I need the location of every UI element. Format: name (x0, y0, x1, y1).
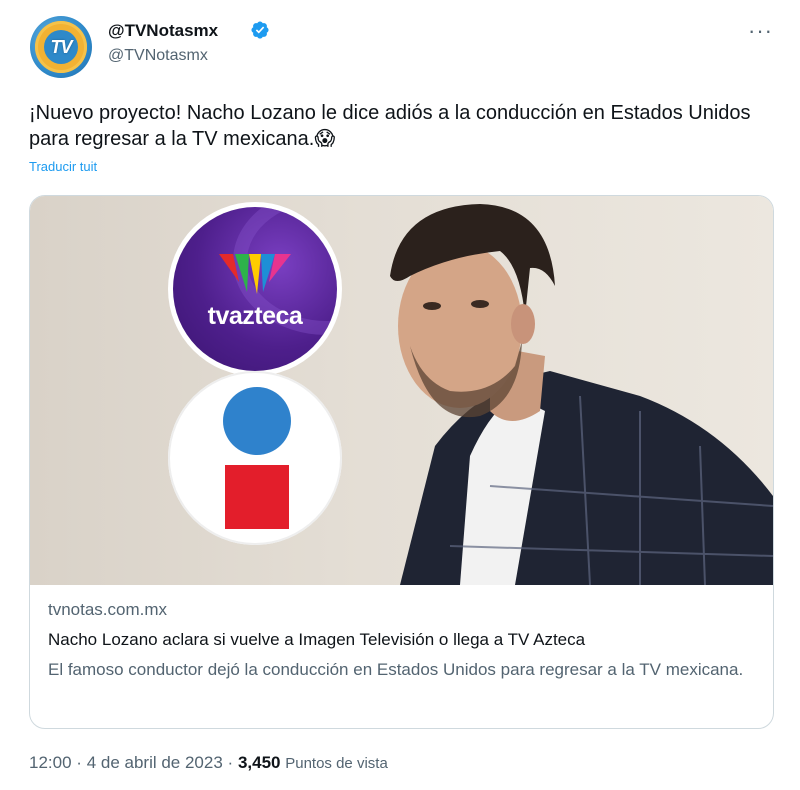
separator: · (76, 753, 82, 772)
card-image[interactable]: tvazteca (30, 196, 773, 585)
tv-azteca-mark-icon (219, 254, 291, 294)
verified-badge-icon[interactable] (250, 20, 270, 40)
more-options-icon[interactable]: ··· (748, 18, 773, 44)
blue-circle-shape (223, 387, 291, 455)
tv-azteca-wordmark: tvazteca (207, 302, 303, 330)
tweet-time[interactable]: 12:00 (29, 753, 72, 772)
tweet-text: ¡Nuevo proyecto! Nacho Lozano le dice ad… (29, 102, 751, 150)
avatar-logo-text: TV (50, 37, 72, 57)
card-title: Nacho Lozano aclara si vuelve a Imagen T… (48, 630, 586, 649)
person-photo (390, 204, 773, 585)
author-display-name[interactable]: @TVNotasmx (108, 21, 218, 41)
author-handle[interactable]: @TVNotasmx (108, 47, 208, 65)
imagen-television-logo (168, 371, 342, 545)
red-square-shape (225, 465, 289, 529)
link-card[interactable]: tvazteca tvnotas.com.mx Nacho Lozano acl… (29, 195, 774, 729)
card-description: El famoso conductor dejó la conducción e… (48, 660, 744, 679)
tv-azteca-logo: tvazteca (168, 202, 342, 376)
avatar[interactable]: TV (30, 16, 92, 78)
card-domain: tvnotas.com.mx (48, 600, 168, 619)
card-meta: tvnotas.com.mx Nacho Lozano aclara si vu… (48, 600, 748, 682)
translate-link[interactable]: Traducir tuit (29, 159, 97, 174)
views-count: 3,450 (237, 753, 281, 772)
separator: · (227, 753, 234, 772)
views-label: Puntos de vista (285, 755, 388, 772)
tweet-footer: 12:00 · 4 de abril de 2023 · 3,450 Punto… (29, 753, 388, 773)
tweet-date[interactable]: 4 de abril de 2023 (87, 753, 223, 772)
